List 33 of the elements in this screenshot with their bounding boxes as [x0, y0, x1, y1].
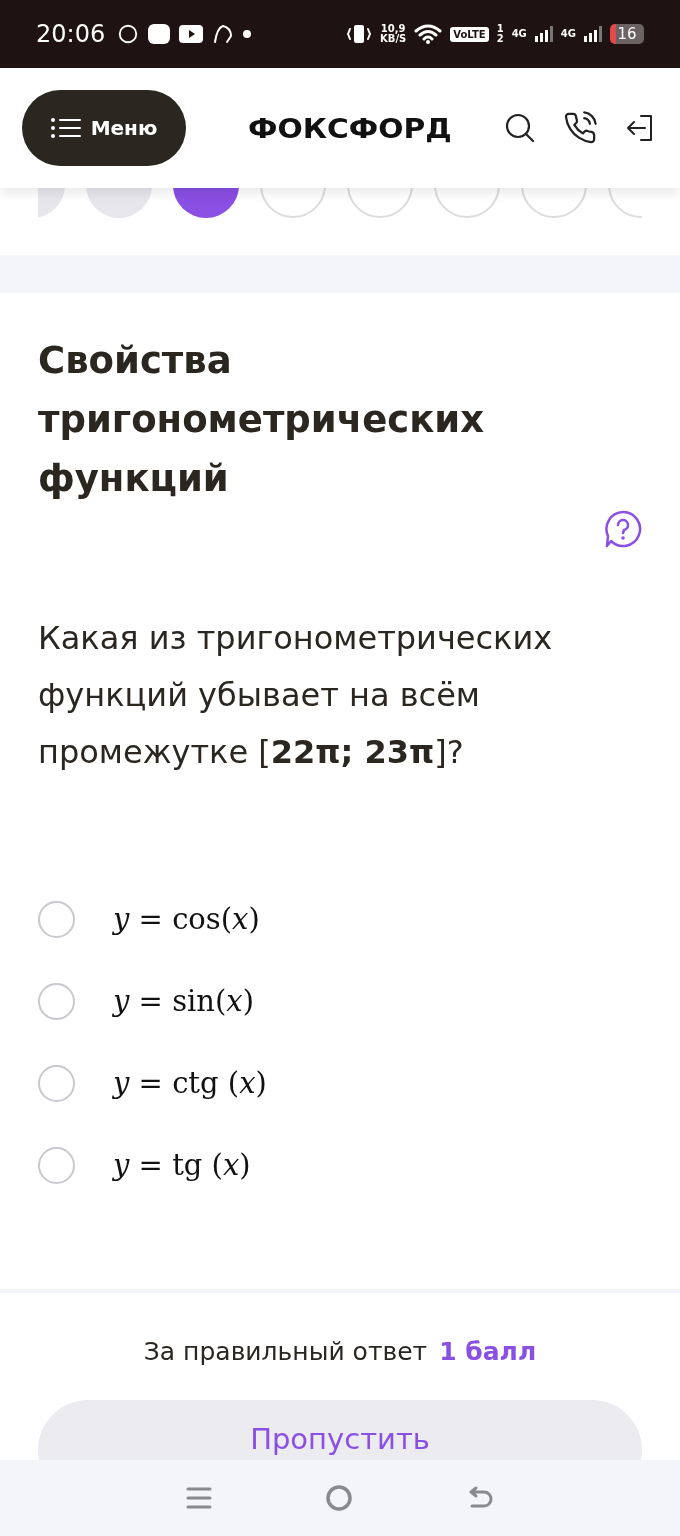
signal-icon — [534, 26, 553, 42]
menu-icon — [50, 117, 81, 139]
dot-icon — [243, 30, 252, 38]
signal-icon — [584, 26, 602, 42]
network-speed: 10,9 KB/S — [380, 24, 407, 44]
answer-formula: y = sin(x) — [113, 984, 254, 1018]
signal-label: 4G — [560, 29, 576, 39]
sim-slots: 1 2 — [496, 24, 504, 44]
battery-level: 16 — [610, 24, 644, 44]
menu-button[interactable]: Меню — [22, 90, 186, 166]
radio-button[interactable] — [38, 900, 75, 938]
score-label: За правильный ответ — [143, 1337, 428, 1366]
answer-formula: y = tg (x) — [113, 1148, 251, 1182]
task-title: Свойства тригонометрических функций — [38, 338, 486, 502]
app-icon — [147, 23, 172, 45]
clock: 20:06 — [36, 20, 106, 48]
answer-formula: y = cos(x) — [113, 902, 260, 936]
logo[interactable]: ФОКСФОРД — [248, 112, 452, 144]
radio-button[interactable] — [38, 1146, 75, 1184]
radio-button[interactable] — [38, 1064, 75, 1102]
vibrate-icon — [346, 23, 372, 45]
volte-badge: VoLTE — [450, 26, 489, 42]
question-text: Какая из тригонометрических функций убывает на всём промежутке [22π; 23π]? — [38, 618, 554, 773]
phone-icon[interactable] — [562, 110, 598, 146]
help-icon[interactable] — [604, 510, 642, 548]
home-icon[interactable] — [325, 1484, 353, 1512]
answer-formula: y = ctg (x) — [113, 1066, 267, 1100]
play-icon — [179, 25, 204, 43]
score-value: 1 балл — [439, 1337, 537, 1366]
radio-button[interactable] — [38, 982, 75, 1020]
menu-icon[interactable] — [186, 1485, 213, 1511]
wifi-icon — [414, 23, 443, 45]
signal-label: 4G — [511, 29, 527, 39]
